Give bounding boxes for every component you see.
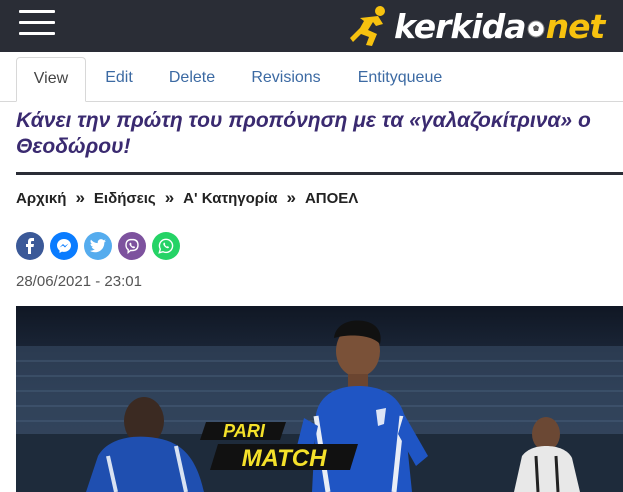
site-header: kerkida net: [0, 0, 623, 52]
tab-entityqueue[interactable]: Entityqueue: [352, 57, 448, 100]
whatsapp-icon[interactable]: [152, 232, 180, 260]
twitter-icon[interactable]: [84, 232, 112, 260]
breadcrumb-home[interactable]: Αρχική: [16, 190, 66, 207]
breadcrumb: Αρχική » Ειδήσεις » Α' Κατηγορία » ΑΠΟΕΛ: [16, 187, 358, 209]
publish-date: 28/06/2021 - 23:01: [16, 273, 142, 290]
tab-view[interactable]: View: [16, 57, 86, 102]
admin-tabs: View Edit Delete Revisions Entityqueue: [0, 52, 623, 102]
viber-icon[interactable]: [118, 232, 146, 260]
training-photo: PARI MATCH: [16, 306, 623, 492]
svg-text:MATCH: MATCH: [242, 445, 328, 472]
tab-delete[interactable]: Delete: [162, 57, 222, 100]
breadcrumb-team[interactable]: ΑΠΟΕΛ: [305, 190, 358, 207]
runner-logo-icon: [350, 6, 385, 46]
facebook-icon[interactable]: [16, 232, 44, 260]
hamburger-menu-icon[interactable]: [19, 9, 55, 37]
breadcrumb-separator: »: [286, 188, 296, 207]
svg-text:PARI: PARI: [223, 421, 266, 441]
page-title: Κάνει την πρώτη του προπόνηση με τα «γαλ…: [16, 109, 591, 158]
breadcrumb-separator: »: [75, 188, 85, 207]
logo-text-tld: net: [545, 7, 606, 46]
site-logo[interactable]: kerkida net: [350, 2, 612, 50]
logo-text-main: kerkida: [394, 7, 527, 46]
title-divider: [16, 172, 623, 175]
breadcrumb-separator: »: [164, 188, 175, 207]
breadcrumb-category[interactable]: Α' Κατηγορία: [183, 190, 277, 207]
football-icon: [527, 20, 545, 37]
tab-revisions[interactable]: Revisions: [246, 57, 326, 100]
tab-edit[interactable]: Edit: [98, 57, 140, 100]
article-photo[interactable]: PARI MATCH: [16, 306, 623, 492]
breadcrumb-news[interactable]: Ειδήσεις: [94, 190, 156, 207]
messenger-icon[interactable]: [50, 232, 78, 260]
